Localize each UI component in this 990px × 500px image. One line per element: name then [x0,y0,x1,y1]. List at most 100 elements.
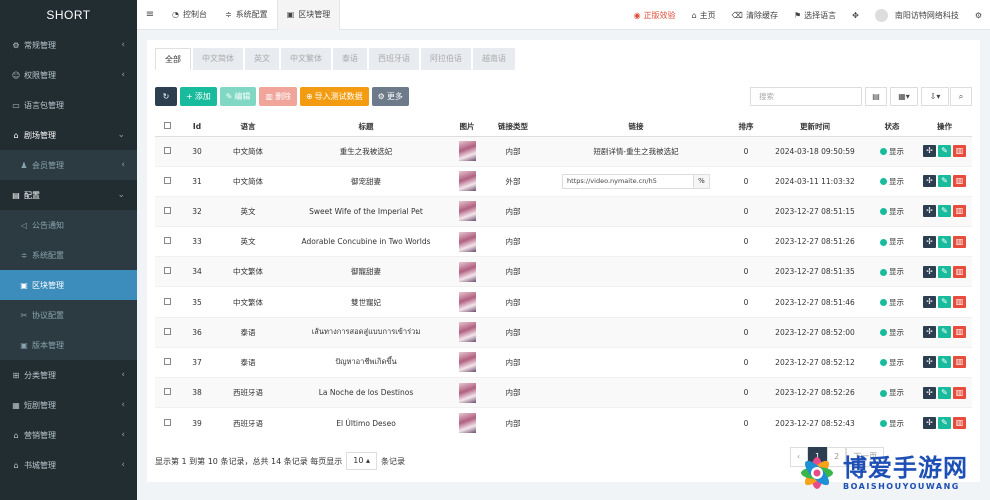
row-checkbox[interactable] [155,165,179,197]
drag-button[interactable]: ✢ [923,265,936,278]
row-edit-button[interactable]: ✎ [938,175,951,188]
table-row[interactable]: 33 英文 Adorable Concubine in Two Worlds 内部 0 2… [155,226,972,257]
sidebar-item[interactable]: ⚙ 常规管理 ‹ [0,30,137,60]
sidebar-item[interactable]: ✂ 协议配置 [0,300,137,330]
drag-button[interactable]: ✢ [923,175,936,188]
row-edit-button[interactable]: ✎ [938,205,951,218]
column-header-link[interactable]: 链接 [543,117,729,137]
import-test-data-button[interactable]: ⊕ 导入测试数据 [299,87,369,106]
more-button[interactable]: ⚙ 更多 [371,87,409,106]
thumbnail-image[interactable] [458,413,476,434]
page-size-select[interactable]: 10 ▴ [346,452,377,470]
row-edit-button[interactable]: ✎ [938,326,951,339]
row-checkbox[interactable] [155,407,179,438]
search-input[interactable]: 搜索 [750,87,862,106]
delete-button[interactable]: ▥ 删除 [259,87,297,106]
select-all-checkbox[interactable] [155,117,179,137]
row-edit-button[interactable]: ✎ [938,356,951,369]
language-tab[interactable]: 中文简体 [193,48,243,70]
license-check-link[interactable]: ◉ 正版效验 [626,0,684,30]
thumbnail-image[interactable] [458,352,476,373]
table-row[interactable]: 34 中文繁体 御寵甜妻 内部 0 2023-12-27 08:51:35 显示 ✢ ✎ ▥ [155,256,972,287]
table-row[interactable]: 30 中文简体 重生之我被选妃 内部 短剧详情-重生之我被选妃 0 2024-03-18 0… [155,135,972,167]
language-tab[interactable]: 英文 [245,48,279,70]
row-edit-button[interactable]: ✎ [938,417,951,430]
row-checkbox[interactable] [155,256,179,287]
column-header-sort[interactable]: 排序 [729,117,763,137]
sidebar-item[interactable]: ⌂ 营销管理 ‹ [0,420,137,450]
tab-block-management[interactable]: ▣ 区块管理 [276,0,341,30]
sidebar-item[interactable]: ⊞ 分类管理 ‹ [0,360,137,390]
thumbnail-image[interactable] [458,382,476,403]
language-tab[interactable]: 泰语 [333,48,367,70]
row-checkbox[interactable] [155,376,179,408]
sidebar-item[interactable]: ⌂ 剧场管理 ⌄ [0,120,137,150]
row-delete-button[interactable]: ▥ [953,296,966,309]
row-delete-button[interactable]: ▥ [953,356,966,369]
brand-logo[interactable]: SHORT [0,0,137,30]
language-tab[interactable]: 西班牙语 [369,48,419,70]
clear-cache-link[interactable]: ⌫ 清除缓存 [724,0,786,30]
tab-dashboard[interactable]: ◔ 控制台 [163,0,216,30]
thumbnail-image[interactable] [458,261,476,282]
row-delete-button[interactable]: ▥ [953,145,966,158]
row-delete-button[interactable]: ▥ [953,326,966,339]
row-delete-button[interactable]: ▥ [953,386,966,399]
settings-button[interactable]: ⚙ [967,0,990,30]
sidebar-item[interactable]: ▭ 语言包管理 [0,90,137,120]
home-link[interactable]: ⌂ 主页 [684,0,724,30]
sidebar-toggle-icon[interactable]: ≡ [137,9,163,20]
add-button[interactable]: + 添加 [180,87,217,106]
language-tab[interactable]: 阿拉伯语 [421,48,471,70]
row-checkbox[interactable] [155,286,179,318]
row-delete-button[interactable]: ▥ [953,265,966,278]
sidebar-item[interactable]: ◁ 公告通知 [0,210,137,240]
drag-button[interactable]: ✢ [923,356,936,369]
export-button[interactable]: ⇩▾ [921,87,949,106]
thumbnail-image[interactable] [458,292,476,313]
row-checkbox[interactable] [155,346,179,378]
column-header-link-type[interactable]: 链接类型 [483,117,543,137]
sidebar-item[interactable]: ▦ 短剧管理 ‹ [0,390,137,420]
column-header-title[interactable]: 标题 [281,117,451,137]
tab-system-config[interactable]: ≑ 系统配置 [216,0,277,30]
thumbnail-image[interactable] [458,171,476,192]
columns-button[interactable]: ▦▾ [890,87,918,106]
sidebar-item[interactable]: ▣ 版本管理 [0,330,137,360]
drag-button[interactable]: ✢ [923,235,936,248]
user-menu[interactable]: 南阳访特网络科技 [867,0,967,30]
link-icon[interactable]: % [693,174,709,188]
search-button[interactable]: ⌕ [950,87,972,106]
row-edit-button[interactable]: ✎ [938,386,951,399]
sidebar-item[interactable]: ♟ 会员管理 ‹ [0,150,137,180]
sidebar-item[interactable]: ▣ 区块管理 [0,270,137,300]
drag-button[interactable]: ✢ [923,417,936,430]
row-delete-button[interactable]: ▥ [953,175,966,188]
row-checkbox[interactable] [155,316,179,348]
drag-button[interactable]: ✢ [923,205,936,218]
row-delete-button[interactable]: ▥ [953,235,966,248]
drag-button[interactable]: ✢ [923,145,936,158]
row-delete-button[interactable]: ▥ [953,205,966,218]
sidebar-item[interactable]: ▤ 配置 ⌄ [0,180,137,210]
drag-button[interactable]: ✢ [923,326,936,339]
row-delete-button[interactable]: ▥ [953,417,966,430]
language-select-link[interactable]: ⚑ 选择语言 [786,0,844,30]
row-edit-button[interactable]: ✎ [938,145,951,158]
table-row[interactable]: 32 英文 Sweet Wife of the Imperial Pet 内部 0 202… [155,195,972,227]
column-header-language[interactable]: 语言 [215,117,281,137]
row-checkbox[interactable] [155,226,179,257]
table-row[interactable]: 36 泰语 เส้นทางการสอดสู่แบบการเข้าร่วม 内部 0 202… [155,316,972,348]
language-tab[interactable]: 中文繁体 [281,48,331,70]
row-edit-button[interactable]: ✎ [938,235,951,248]
row-checkbox[interactable] [155,135,179,167]
sidebar-item[interactable]: ≑ 系统配置 [0,240,137,270]
thumbnail-image[interactable] [458,322,476,343]
column-header-status[interactable]: 状态 [867,117,917,137]
sidebar-item[interactable]: ⌂ 书城管理 ‹ [0,450,137,480]
column-header-updated[interactable]: 更新时间 [763,117,867,137]
refresh-button[interactable]: ↻ [155,87,177,106]
drag-button[interactable]: ✢ [923,386,936,399]
row-checkbox[interactable] [155,195,179,227]
language-tab[interactable]: 全部 [155,48,191,70]
